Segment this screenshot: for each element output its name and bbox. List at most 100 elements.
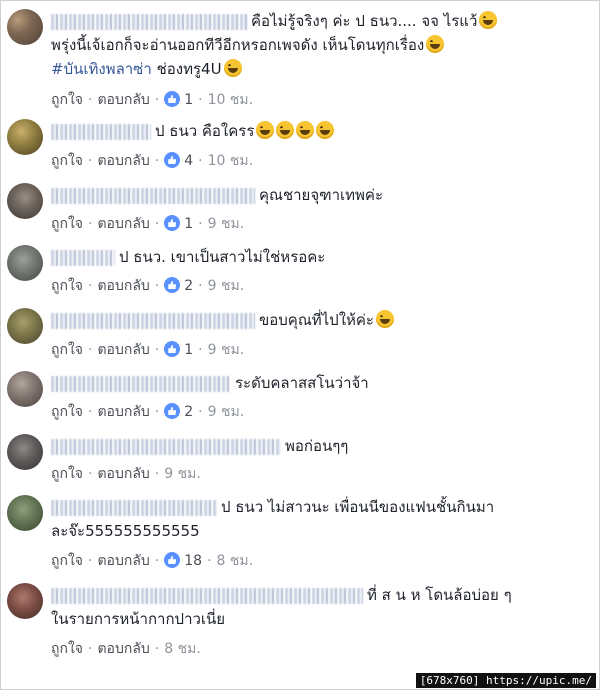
comment-actions: ถูกใจ · ตอบกลับ · 1 · 9 ชม. [51, 215, 245, 232]
grin-emoji-icon [479, 11, 498, 29]
laugh-emoji-icon [256, 121, 275, 139]
laugh-emoji-icon [296, 121, 315, 139]
comment-timestamp[interactable]: 9 ชม. [208, 342, 245, 358]
comment-body: ที่ ส น ห โดนล้อบ่อย ๆ ในรายการหน้ากากปา… [51, 583, 596, 631]
comment-timestamp[interactable]: 9 ชม. [164, 466, 201, 482]
commenter-name-blurred[interactable] [51, 13, 247, 30]
like-reaction-icon[interactable] [164, 552, 181, 568]
commenter-name-blurred[interactable] [51, 587, 363, 604]
comment-body: พอก่อนๆๆ [51, 434, 596, 458]
like-button[interactable]: ถูกใจ [51, 92, 83, 108]
like-reaction-icon[interactable] [164, 403, 181, 419]
commenter-name-blurred[interactable] [51, 123, 151, 140]
comment-text: ป ธนว ไม่สาวนะ เพื่อนนีของแฟนชั้นกินมา [221, 498, 495, 516]
reply-button[interactable]: ตอบกลับ [97, 342, 149, 358]
comment-text: คุณชายจุฑาเทพค่ะ [259, 186, 383, 204]
commenter-name-blurred[interactable] [51, 375, 231, 392]
avatar[interactable] [7, 245, 43, 281]
reaction-count[interactable]: 2 [184, 404, 193, 420]
commenter-name-blurred[interactable] [51, 249, 115, 266]
avatar[interactable] [7, 583, 43, 619]
comment-body: ป ธนว. เขาเป็นสาวไม่ใช่หรอคะ [51, 245, 596, 269]
comment-timestamp[interactable]: 9 ชม. [208, 404, 245, 420]
laugh-emoji-icon [223, 59, 242, 77]
like-reaction-icon[interactable] [164, 341, 181, 357]
avatar[interactable] [7, 119, 43, 155]
reply-button[interactable]: ตอบกลับ [97, 641, 149, 657]
commenter-name-blurred[interactable] [51, 312, 255, 329]
upload-watermark: [678x760] https://upic.me/ [415, 673, 596, 688]
avatar[interactable] [7, 371, 43, 407]
like-reaction-icon[interactable] [164, 91, 181, 107]
like-button[interactable]: ถูกใจ [51, 466, 83, 482]
reply-button[interactable]: ตอบกลับ [97, 466, 149, 482]
hashtag-link[interactable]: #บันเทิงพลาซ่า [51, 60, 152, 78]
comment-text-line2: พรุ่งนี้เจ้เอกก็จะอ่านออกทีวีอีกหรอกเพจด… [51, 36, 425, 54]
comment-text: พอก่อนๆๆ [285, 437, 349, 455]
like-button[interactable]: ถูกใจ [51, 641, 83, 657]
reaction-count[interactable]: 1 [184, 342, 193, 358]
comments-panel: คือไม่รู้จริงๆ ค่ะ ป ธนว.... จจ ไรแว้ พร… [0, 0, 600, 690]
reaction-count[interactable]: 4 [184, 153, 193, 169]
like-button[interactable]: ถูกใจ [51, 216, 83, 232]
reply-button[interactable]: ตอบกลับ [97, 553, 149, 569]
commenter-name-blurred[interactable] [51, 499, 217, 516]
grin-emoji-icon [426, 35, 445, 53]
comment-text: ป ธนว คือใครร [155, 122, 255, 140]
reply-button[interactable]: ตอบกลับ [97, 153, 149, 169]
comment-actions: ถูกใจ · ตอบกลับ · 2 · 9 ชม. [51, 403, 245, 420]
like-button[interactable]: ถูกใจ [51, 553, 83, 569]
comment-timestamp[interactable]: 10 ชม. [208, 153, 253, 169]
comment-text-line2: ในรายการหน้ากากปาวเนี่ย [51, 610, 226, 628]
like-button[interactable]: ถูกใจ [51, 342, 83, 358]
reply-button[interactable]: ตอบกลับ [97, 216, 149, 232]
comment-body: ป ธนว ไม่สาวนะ เพื่อนนีของแฟนชั้นกินมา ล… [51, 495, 596, 543]
comment-timestamp[interactable]: 8 ชม. [217, 553, 254, 569]
laugh-emoji-icon [316, 121, 335, 139]
comment-body: คือไม่รู้จริงๆ ค่ะ ป ธนว.... จจ ไรแว้ พร… [51, 9, 596, 81]
like-reaction-icon[interactable] [164, 152, 181, 168]
like-button[interactable]: ถูกใจ [51, 153, 83, 169]
comment-text: ป ธนว. เขาเป็นสาวไม่ใช่หรอคะ [119, 248, 326, 266]
like-reaction-icon[interactable] [164, 215, 181, 231]
avatar[interactable] [7, 434, 43, 470]
comment-text-line2: ละจ๊ะ555555555555 [51, 522, 200, 540]
like-button[interactable]: ถูกใจ [51, 404, 83, 420]
commenter-name-blurred[interactable] [51, 187, 255, 204]
reaction-count[interactable]: 1 [184, 92, 193, 108]
avatar[interactable] [7, 308, 43, 344]
reply-button[interactable]: ตอบกลับ [97, 278, 149, 294]
laugh-emoji-icon [276, 121, 295, 139]
reaction-count[interactable]: 1 [184, 216, 193, 232]
avatar[interactable] [7, 183, 43, 219]
comment-body: ระดับคลาสสโนว่าจ้า [51, 371, 596, 395]
reaction-count[interactable]: 18 [184, 553, 202, 569]
comment-text: ที่ ส น ห โดนล้อบ่อย ๆ [367, 586, 512, 604]
avatar[interactable] [7, 495, 43, 531]
comment-timestamp[interactable]: 9 ชม. [208, 216, 245, 232]
comment-timestamp[interactable]: 9 ชม. [208, 278, 245, 294]
reaction-count[interactable]: 2 [184, 278, 193, 294]
comment-actions: ถูกใจ · ตอบกลับ · 8 ชม. [51, 641, 201, 657]
comment-actions: ถูกใจ · ตอบกลับ · 2 · 9 ชม. [51, 277, 245, 294]
comment-timestamp[interactable]: 8 ชม. [164, 641, 201, 657]
comment-text: ระดับคลาสสโนว่าจ้า [235, 374, 369, 392]
comment-body: ป ธนว คือใครร [51, 119, 596, 143]
comment-timestamp[interactable]: 10 ชม. [208, 92, 253, 108]
comment-actions: ถูกใจ · ตอบกลับ · 1 · 9 ชม. [51, 341, 245, 358]
like-reaction-icon[interactable] [164, 277, 181, 293]
comment-text: คือไม่รู้จริงๆ ค่ะ ป ธนว.... จจ ไรแว้ [251, 12, 478, 30]
avatar[interactable] [7, 9, 43, 45]
grin-emoji-icon [376, 310, 394, 328]
comment-actions: ถูกใจ · ตอบกลับ · 4 · 10 ชม. [51, 152, 254, 169]
comment-text-line3: ช่องทรู4U [151, 60, 222, 78]
comment-text: ขอบคุณที่ไปให้ค่ะ [259, 311, 374, 329]
like-button[interactable]: ถูกใจ [51, 278, 83, 294]
reply-button[interactable]: ตอบกลับ [97, 404, 149, 420]
comment-body: ขอบคุณที่ไปให้ค่ะ [51, 308, 596, 332]
comment-actions: ถูกใจ · ตอบกลับ · 1 · 10 ชม. [51, 91, 254, 108]
comment-actions: ถูกใจ · ตอบกลับ · 9 ชม. [51, 466, 201, 482]
commenter-name-blurred[interactable] [51, 438, 281, 455]
reply-button[interactable]: ตอบกลับ [97, 92, 149, 108]
comment-actions: ถูกใจ · ตอบกลับ · 18 · 8 ชม. [51, 552, 254, 569]
